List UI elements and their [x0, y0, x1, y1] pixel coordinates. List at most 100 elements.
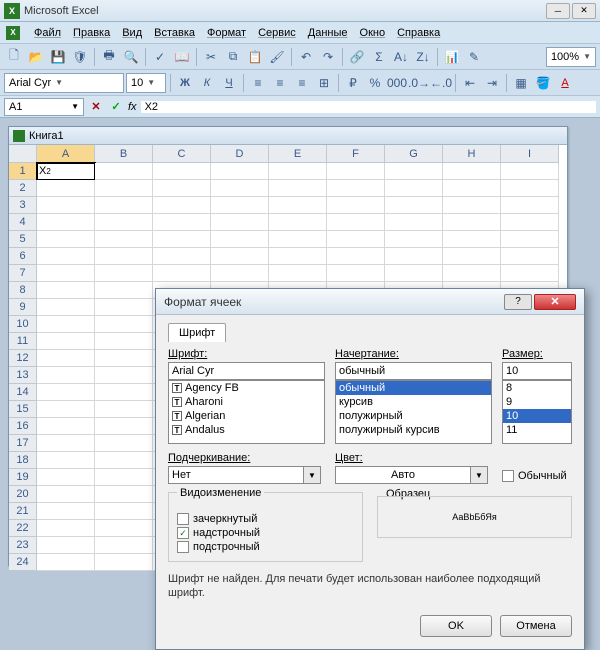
cell[interactable]: [95, 316, 153, 333]
row-header[interactable]: 18: [9, 452, 37, 469]
cell[interactable]: [37, 350, 95, 367]
dropdown-arrow-icon[interactable]: ▼: [303, 466, 321, 484]
cell[interactable]: [95, 503, 153, 520]
cell[interactable]: [37, 401, 95, 418]
col-header[interactable]: B: [95, 145, 153, 163]
research-icon[interactable]: 📖: [172, 47, 192, 67]
cell[interactable]: [385, 231, 443, 248]
comma-icon[interactable]: 000: [387, 73, 407, 93]
col-header[interactable]: I: [501, 145, 559, 163]
list-item[interactable]: TAndalus: [169, 423, 324, 437]
cell[interactable]: [443, 163, 501, 180]
row-header[interactable]: 23: [9, 537, 37, 554]
cell[interactable]: [443, 248, 501, 265]
chart-icon[interactable]: 📊: [442, 47, 462, 67]
list-item[interactable]: TAlgerian: [169, 409, 324, 423]
cell[interactable]: [95, 537, 153, 554]
cell[interactable]: [37, 248, 95, 265]
cell[interactable]: [153, 248, 211, 265]
superscript-checkbox[interactable]: ✓надстрочный: [177, 527, 354, 539]
cell[interactable]: [501, 197, 559, 214]
cell[interactable]: [269, 231, 327, 248]
align-right-icon[interactable]: ≡: [292, 73, 312, 93]
cell[interactable]: [37, 265, 95, 282]
cell[interactable]: [153, 197, 211, 214]
cell[interactable]: [95, 299, 153, 316]
strikethrough-checkbox[interactable]: зачеркнутый: [177, 513, 354, 525]
cell[interactable]: [95, 384, 153, 401]
cell[interactable]: [95, 180, 153, 197]
cell[interactable]: [211, 180, 269, 197]
list-item[interactable]: полужирный курсив: [336, 423, 491, 437]
cell[interactable]: [95, 197, 153, 214]
close-button[interactable]: ✕: [572, 3, 596, 19]
cell[interactable]: [269, 180, 327, 197]
decrease-indent-icon[interactable]: ⇤: [460, 73, 480, 93]
list-item[interactable]: 9: [503, 395, 571, 409]
cell[interactable]: [443, 231, 501, 248]
menu-edit[interactable]: Правка: [73, 27, 110, 39]
formula-input[interactable]: X2: [141, 101, 596, 113]
decrease-decimal-icon[interactable]: ←.0: [431, 73, 451, 93]
cut-icon[interactable]: ✂: [201, 47, 221, 67]
increase-decimal-icon[interactable]: .0→: [409, 73, 429, 93]
cell[interactable]: [95, 367, 153, 384]
menu-data[interactable]: Данные: [308, 27, 348, 39]
menu-window[interactable]: Окно: [360, 27, 386, 39]
cell[interactable]: [37, 231, 95, 248]
dialog-titlebar[interactable]: Формат ячеек ? ✕: [156, 289, 584, 315]
cell[interactable]: [95, 214, 153, 231]
menu-help[interactable]: Справка: [397, 27, 440, 39]
cell[interactable]: [153, 214, 211, 231]
dropdown-arrow-icon[interactable]: ▼: [470, 466, 488, 484]
style-input[interactable]: [335, 362, 492, 380]
col-header[interactable]: A: [37, 145, 95, 163]
menu-format[interactable]: Формат: [207, 27, 246, 39]
name-box[interactable]: A1 ▼: [4, 98, 84, 116]
cancel-formula-icon[interactable]: ✕: [88, 99, 104, 115]
cell[interactable]: [153, 163, 211, 180]
cell[interactable]: [443, 197, 501, 214]
currency-icon[interactable]: ₽: [343, 73, 363, 93]
font-input[interactable]: [168, 362, 325, 380]
row-header[interactable]: 14: [9, 384, 37, 401]
row-header[interactable]: 19: [9, 469, 37, 486]
cell[interactable]: [327, 180, 385, 197]
row-header[interactable]: 12: [9, 350, 37, 367]
paste-icon[interactable]: 📋: [245, 47, 265, 67]
save-icon[interactable]: 💾: [48, 47, 68, 67]
italic-icon[interactable]: К: [197, 73, 217, 93]
row-header[interactable]: 17: [9, 435, 37, 452]
sort-desc-icon[interactable]: Z↓: [413, 47, 433, 67]
cell[interactable]: X2: [37, 163, 95, 180]
cell[interactable]: [95, 469, 153, 486]
autosum-icon[interactable]: Σ: [369, 47, 389, 67]
color-dropdown[interactable]: ▼: [335, 466, 488, 484]
undo-icon[interactable]: ↶: [296, 47, 316, 67]
cell[interactable]: [211, 214, 269, 231]
row-header[interactable]: 21: [9, 503, 37, 520]
cell[interactable]: [37, 180, 95, 197]
underline-icon[interactable]: Ч: [219, 73, 239, 93]
cell[interactable]: [95, 248, 153, 265]
cell[interactable]: [443, 214, 501, 231]
fill-color-icon[interactable]: 🪣: [533, 73, 553, 93]
row-header[interactable]: 11: [9, 333, 37, 350]
select-all-corner[interactable]: [9, 145, 37, 163]
size-input[interactable]: [502, 362, 572, 380]
cell[interactable]: [327, 248, 385, 265]
list-item[interactable]: 10: [503, 409, 571, 423]
cell[interactable]: [37, 537, 95, 554]
cell[interactable]: [95, 265, 153, 282]
cell[interactable]: [327, 231, 385, 248]
normal-checkbox[interactable]: [502, 470, 514, 482]
font-name-combo[interactable]: Arial Cyr▼: [4, 73, 124, 93]
font-size-combo[interactable]: 10▼: [126, 73, 166, 93]
merge-center-icon[interactable]: ⊞: [314, 73, 334, 93]
cell[interactable]: [95, 231, 153, 248]
list-item[interactable]: 8: [503, 381, 571, 395]
cell[interactable]: [501, 231, 559, 248]
cell[interactable]: [385, 163, 443, 180]
cell[interactable]: [37, 384, 95, 401]
cell[interactable]: [269, 214, 327, 231]
